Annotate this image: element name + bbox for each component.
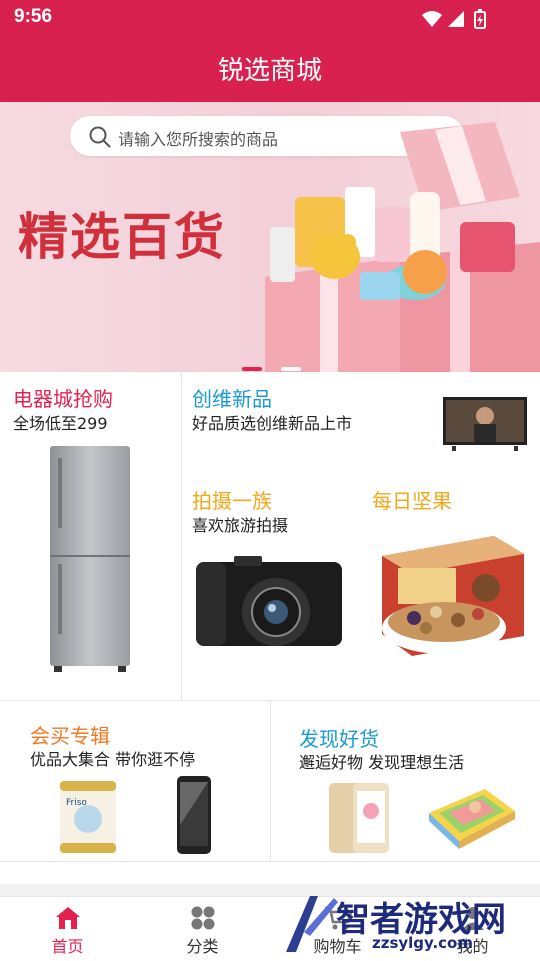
gift-box-illustration: [265, 122, 540, 372]
grid-icon: [191, 906, 214, 930]
banner-headline: 精选百货: [18, 208, 226, 266]
milk-powder-can-image: Friso: [60, 781, 116, 853]
tab-home[interactable]: 首页: [0, 897, 135, 961]
promo-title: 创维新品: [192, 387, 272, 411]
phone-image: [177, 776, 211, 854]
play-mat-image: [429, 789, 515, 849]
wifi-signal-battery-icon: [422, 9, 486, 29]
watermark-logo-icon: [286, 896, 338, 952]
carousel-dot-1[interactable]: [242, 367, 262, 371]
page-title: 锐选商城: [217, 56, 322, 86]
promo-subtitle: 全场低至299: [13, 414, 108, 433]
carousel-dot-2[interactable]: [281, 367, 302, 371]
promo-skyworth[interactable]: 创维新品 好品质选创维新品上市: [182, 372, 540, 482]
promo-banner[interactable]: 请输入您所搜索的商品 精选百货: [0, 102, 540, 372]
promo-title: 拍摄一族: [192, 489, 272, 513]
promo-subtitle: 好品质选创维新品上市: [192, 414, 353, 433]
system-icons: [420, 9, 500, 35]
search-icon: [89, 126, 111, 148]
tv-image: [443, 397, 527, 451]
promo-title: 电器城抢购: [13, 387, 113, 411]
tab-category[interactable]: 分类: [135, 897, 270, 961]
promo-appliance[interactable]: 电器城抢购 全场低至299: [0, 372, 181, 700]
promo-subtitle: 优品大集合 带你逛不停: [30, 750, 196, 769]
watermark-site: zzsylgy.com: [372, 934, 473, 952]
carousel-indicator[interactable]: [242, 356, 315, 372]
camera-image: [196, 556, 342, 646]
tab-label: 首页: [51, 937, 84, 956]
promo-collection[interactable]: 会买专辑 优品大集合 带你逛不停 Friso: [0, 701, 270, 861]
promo-subtitle: 邂逅好物 发现理想生活: [299, 753, 465, 772]
divider: [0, 861, 540, 862]
promo-discover[interactable]: 发现好货 邂逅好物 发现理想生活: [271, 701, 540, 861]
app-header: 锐选商城: [0, 38, 540, 102]
promo-title: 会买专辑: [30, 724, 110, 748]
svg-text:Friso: Friso: [66, 798, 87, 808]
promo-title: 每日坚果: [372, 489, 452, 513]
tab-label: 分类: [186, 937, 219, 956]
home-icon: [55, 907, 80, 929]
promo-camera[interactable]: 拍摄一族 喜欢旅游拍摄: [182, 482, 362, 700]
watermark: 智者游戏网 zzsylgy.com: [280, 892, 538, 958]
status-time: 9:56: [14, 6, 53, 27]
promo-nuts[interactable]: 每日坚果: [362, 482, 540, 700]
promo-title: 发现好货: [299, 727, 379, 751]
promo-grid: 电器城抢购 全场低至299 创维新品 好品质选创维新品上市 拍摄一族 喜欢旅游拍…: [0, 372, 540, 862]
refrigerator-image: [50, 446, 130, 672]
gold-phones-image: [329, 783, 389, 853]
status-bar: 9:56: [0, 0, 540, 38]
nuts-gift-box-image: [382, 536, 524, 656]
promo-subtitle: 喜欢旅游拍摄: [192, 516, 289, 535]
